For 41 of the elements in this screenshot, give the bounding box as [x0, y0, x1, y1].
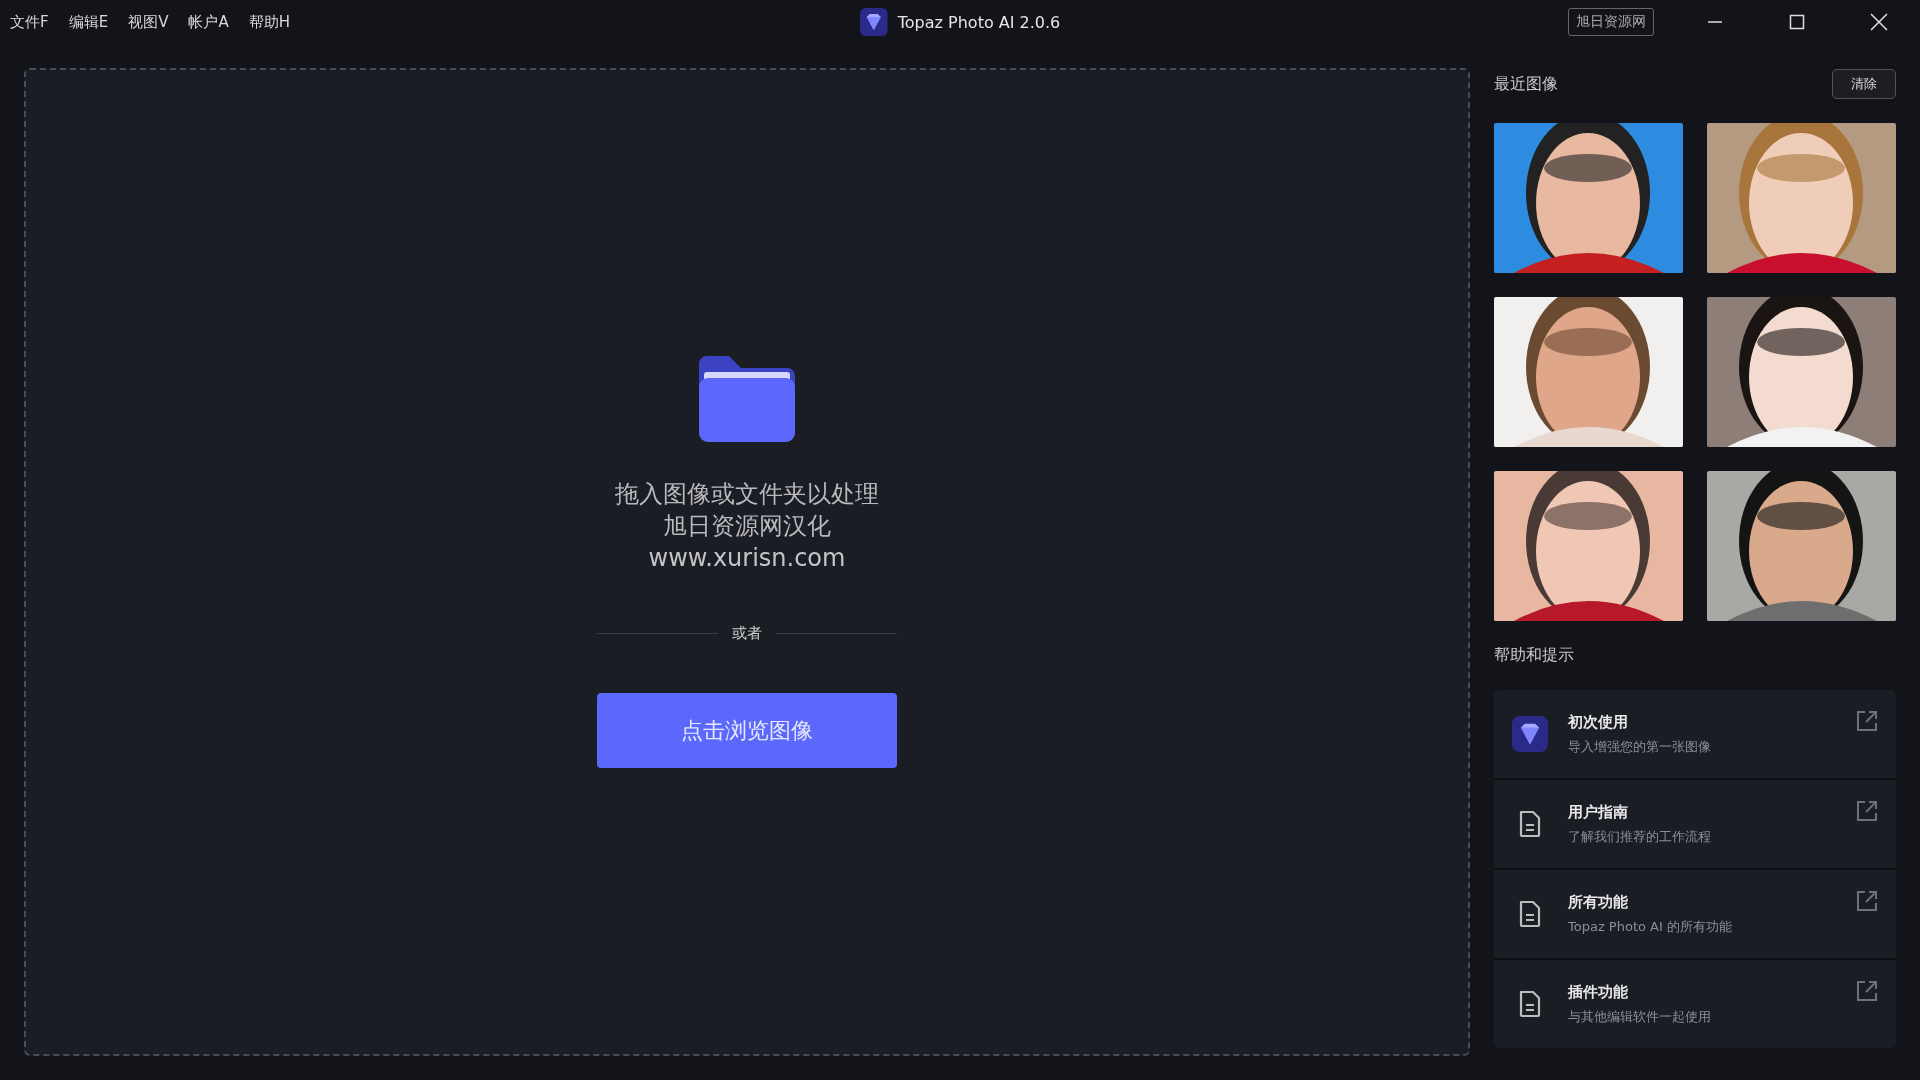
help-card[interactable]: 插件功能 与其他编辑软件一起使用	[1494, 960, 1896, 1048]
external-link-icon	[1856, 980, 1878, 1002]
diamond-logo-icon	[859, 8, 888, 36]
external-link-icon	[1856, 890, 1878, 912]
document-icon	[1518, 810, 1542, 838]
help-subtitle: 了解我们推荐的工作流程	[1568, 827, 1711, 846]
help-card[interactable]: 所有功能 Topaz Photo AI 的所有功能	[1494, 870, 1896, 958]
help-title: 初次使用	[1568, 712, 1628, 732]
drop-hint-text: www.xurisn.com	[648, 543, 846, 574]
section-title: 最近图像	[1494, 73, 1558, 95]
drop-hint-text: 拖入图像或文件夹以处理	[615, 479, 879, 510]
help-card[interactable]: 初次使用 导入增强您的第一张图像	[1494, 690, 1896, 778]
separator-text: 或者	[732, 624, 762, 643]
close-icon	[1870, 13, 1888, 31]
browse-images-button[interactable]: 点击浏览图像	[597, 693, 897, 768]
clear-button[interactable]: 清除	[1832, 69, 1896, 99]
menu-item[interactable]: 帐户A	[188, 12, 229, 32]
minimize-icon	[1707, 21, 1723, 23]
document-icon	[1518, 990, 1542, 1018]
document-icon	[1518, 900, 1542, 928]
drop-hint-text: 旭日资源网汉化	[663, 511, 831, 542]
help-subtitle: Topaz Photo AI 的所有功能	[1568, 917, 1732, 936]
help-subtitle: 导入增强您的第一张图像	[1568, 737, 1711, 756]
diamond-logo-icon	[1512, 716, 1548, 752]
maximize-icon	[1789, 14, 1805, 30]
help-card[interactable]: 用户指南 了解我们推荐的工作流程	[1494, 780, 1896, 868]
section-title: 帮助和提示	[1494, 645, 1575, 666]
help-title: 插件功能	[1568, 982, 1628, 1002]
menu-item[interactable]: 视图V	[128, 12, 169, 32]
window-title: Topaz Photo AI 2.0.6	[897, 12, 1061, 32]
menu-item[interactable]: 编辑E	[68, 12, 109, 32]
external-link-icon	[1856, 710, 1878, 732]
help-title: 所有功能	[1568, 892, 1628, 912]
drop-zone[interactable]: 拖入图像或文件夹以处理 旭日资源网汉化 www.xurisn.com 或者 点击浏览图像	[24, 68, 1470, 1056]
help-title: 用户指南	[1568, 802, 1628, 822]
external-link-icon	[1856, 800, 1878, 822]
folder-icon	[699, 356, 795, 442]
site-badge-button[interactable]: 旭日资源网	[1568, 8, 1654, 36]
menu-item[interactable]: 文件F	[10, 12, 49, 32]
help-subtitle: 与其他编辑软件一起使用	[1568, 1007, 1711, 1026]
menu-item[interactable]: 帮助H	[248, 12, 290, 32]
